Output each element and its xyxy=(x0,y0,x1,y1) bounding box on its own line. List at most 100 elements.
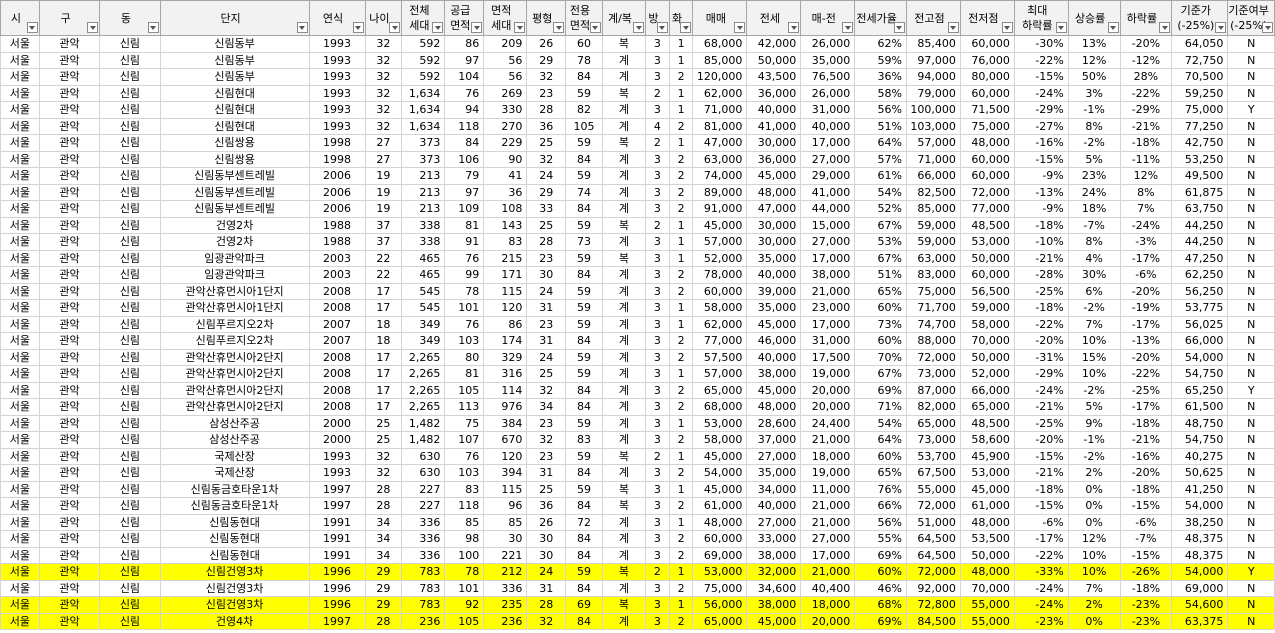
table-cell[interactable]: 227 xyxy=(401,497,446,515)
table-cell[interactable]: 336 xyxy=(483,579,528,597)
table-cell[interactable]: -31% xyxy=(1013,348,1069,366)
filter-dropdown-icon[interactable] xyxy=(389,22,401,33)
table-cell[interactable]: 54% xyxy=(854,414,907,432)
table-cell[interactable]: 23,000 xyxy=(800,299,856,317)
table-cell[interactable]: 15,000 xyxy=(800,216,856,234)
table-cell[interactable]: 45,000 xyxy=(692,216,748,234)
table-cell[interactable]: 서울 xyxy=(0,315,40,333)
table-cell[interactable]: 2 xyxy=(668,167,694,185)
table-cell[interactable]: 서울 xyxy=(0,398,40,416)
table-cell[interactable]: 23 xyxy=(526,447,567,465)
table-cell[interactable]: -29% xyxy=(1013,365,1069,383)
table-cell[interactable]: 47,250 xyxy=(1171,249,1229,267)
table-cell[interactable]: 72,750 xyxy=(1171,51,1229,69)
table-cell[interactable]: N xyxy=(1227,167,1275,185)
table-cell[interactable]: 관악 xyxy=(38,51,101,69)
table-cell[interactable]: 53,000 xyxy=(959,233,1015,251)
table-cell[interactable]: 서울 xyxy=(0,150,40,168)
table-cell[interactable]: 관악산휴먼시아2단지 xyxy=(159,398,310,416)
table-cell[interactable]: 신림현대 xyxy=(159,101,310,119)
table-cell[interactable]: 105 xyxy=(444,612,485,630)
table-cell[interactable]: -20% xyxy=(1013,431,1069,449)
table-cell[interactable]: 52,000 xyxy=(959,365,1015,383)
table-cell[interactable]: 신림 xyxy=(99,299,161,317)
table-cell[interactable]: 2 xyxy=(668,117,694,135)
table-cell[interactable]: 94,000 xyxy=(905,68,961,86)
table-cell[interactable]: 서울 xyxy=(0,183,40,201)
table-cell[interactable]: 서울 xyxy=(0,299,40,317)
table-cell[interactable]: -6% xyxy=(1013,513,1069,531)
table-cell[interactable]: 26,000 xyxy=(800,35,856,53)
table-cell[interactable]: 71,700 xyxy=(905,299,961,317)
table-cell[interactable]: 1 xyxy=(668,51,694,69)
table-cell[interactable]: 55,000 xyxy=(959,596,1015,614)
table-cell[interactable]: 115 xyxy=(483,480,528,498)
table-cell[interactable]: 2 xyxy=(668,266,694,284)
table-cell[interactable]: 52,000 xyxy=(692,249,748,267)
table-cell[interactable]: 8% xyxy=(1067,233,1121,251)
table-cell[interactable]: 관악 xyxy=(38,332,101,350)
table-cell[interactable]: 23 xyxy=(526,414,567,432)
table-cell[interactable]: 31,000 xyxy=(800,332,856,350)
table-cell[interactable]: 신림 xyxy=(99,183,161,201)
table-cell[interactable]: 783 xyxy=(401,579,446,597)
table-cell[interactable]: 59 xyxy=(565,282,603,300)
table-cell[interactable]: 19 xyxy=(364,200,403,218)
table-cell[interactable]: 270 xyxy=(483,117,528,135)
table-cell[interactable]: 신림 xyxy=(99,101,161,119)
table-cell[interactable]: 59,000 xyxy=(905,216,961,234)
table-cell[interactable]: 976 xyxy=(483,398,528,416)
table-cell[interactable]: 신림 xyxy=(99,84,161,102)
table-cell[interactable]: 관악 xyxy=(38,513,101,531)
table-cell[interactable]: 17 xyxy=(364,282,403,300)
table-cell[interactable]: 3 xyxy=(645,546,670,564)
table-cell[interactable]: 56,250 xyxy=(1171,282,1229,300)
table-cell[interactable]: 신림 xyxy=(99,596,161,614)
table-cell[interactable]: 50,000 xyxy=(959,546,1015,564)
table-cell[interactable]: 30,000 xyxy=(746,216,802,234)
table-cell[interactable]: 7% xyxy=(1119,200,1173,218)
table-cell[interactable]: 관악 xyxy=(38,546,101,564)
table-cell[interactable]: 36% xyxy=(854,68,907,86)
table-cell[interactable]: 61,000 xyxy=(692,497,748,515)
table-cell[interactable]: 57,500 xyxy=(692,348,748,366)
table-cell[interactable]: 30 xyxy=(526,546,567,564)
table-cell[interactable]: 41,250 xyxy=(1171,480,1229,498)
table-cell[interactable]: 3 xyxy=(645,480,670,498)
table-cell[interactable]: 67% xyxy=(854,249,907,267)
table-cell[interactable]: 84 xyxy=(565,464,603,482)
table-cell[interactable]: 서울 xyxy=(0,117,40,135)
table-cell[interactable]: 84 xyxy=(565,530,603,548)
table-cell[interactable]: 1 xyxy=(668,315,694,333)
table-cell[interactable]: 35,000 xyxy=(746,299,802,317)
table-cell[interactable]: 서울 xyxy=(0,447,40,465)
table-cell[interactable]: 21,000 xyxy=(800,497,856,515)
table-cell[interactable]: 100,000 xyxy=(905,101,961,119)
table-cell[interactable]: 31 xyxy=(526,464,567,482)
table-cell[interactable]: 45,000 xyxy=(746,612,802,630)
table-cell[interactable]: 20,000 xyxy=(800,398,856,416)
table-cell[interactable]: 관악 xyxy=(38,579,101,597)
table-cell[interactable]: 2008 xyxy=(308,348,366,366)
table-cell[interactable]: N xyxy=(1227,150,1275,168)
table-cell[interactable]: 3 xyxy=(645,266,670,284)
table-cell[interactable]: 26 xyxy=(526,35,567,53)
table-cell[interactable]: 71% xyxy=(854,398,907,416)
table-cell[interactable]: 21,000 xyxy=(800,431,856,449)
table-cell[interactable]: 61,500 xyxy=(1171,398,1229,416)
table-cell[interactable]: 76 xyxy=(444,84,485,102)
table-cell[interactable]: 34,600 xyxy=(746,579,802,597)
table-cell[interactable]: 55,000 xyxy=(959,612,1015,630)
table-cell[interactable]: 21,000 xyxy=(800,563,856,581)
table-cell[interactable]: 80 xyxy=(444,348,485,366)
table-cell[interactable]: 50,000 xyxy=(959,249,1015,267)
table-cell[interactable]: -22% xyxy=(1119,365,1173,383)
table-cell[interactable]: 30 xyxy=(483,530,528,548)
table-cell[interactable]: 76% xyxy=(854,480,907,498)
table-cell[interactable]: 관악 xyxy=(38,315,101,333)
table-cell[interactable]: 17,500 xyxy=(800,348,856,366)
table-cell[interactable]: 63,000 xyxy=(905,249,961,267)
table-cell[interactable]: 71,000 xyxy=(692,101,748,119)
table-cell[interactable]: 관악 xyxy=(38,68,101,86)
table-cell[interactable]: 서울 xyxy=(0,233,40,251)
